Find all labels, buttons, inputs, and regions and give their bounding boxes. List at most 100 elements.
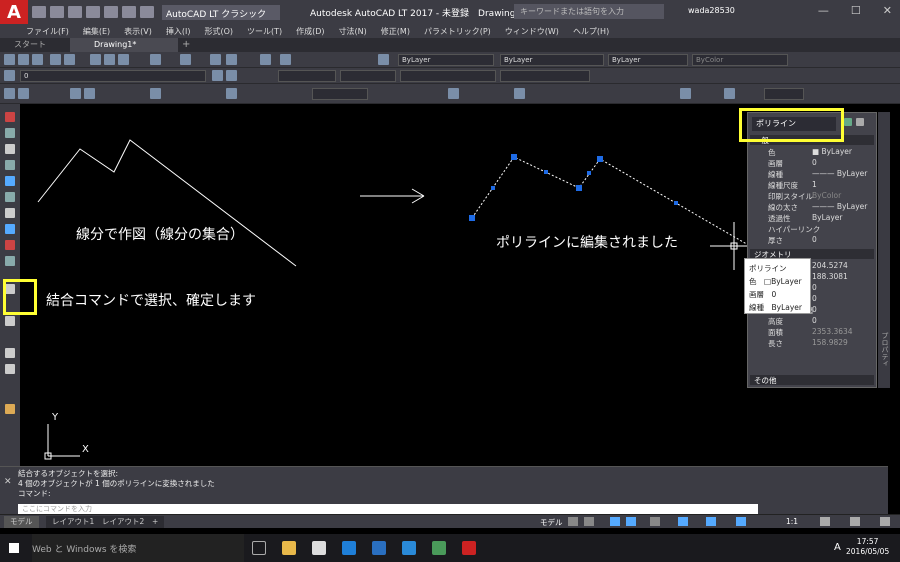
polygon-tool-icon[interactable] [5,160,15,170]
customize-icon[interactable] [880,517,890,526]
tab-start[interactable]: スタート [14,39,46,50]
task-view-icon[interactable] [252,541,266,555]
open-icon[interactable] [18,54,29,65]
polyline-tool-icon[interactable] [5,144,15,154]
menu-help[interactable]: ヘルプ(H) [573,26,609,37]
block-icon[interactable] [226,88,237,99]
table-style-control[interactable] [400,70,496,82]
misc-control[interactable] [764,88,804,100]
multileader-style-control[interactable] [500,70,590,82]
otrack-icon[interactable] [678,517,688,526]
mtext-tool-icon[interactable] [5,348,15,358]
workspace-icon[interactable] [820,517,830,526]
region-tool-icon[interactable] [5,316,15,326]
clean-screen-icon[interactable] [850,517,860,526]
circle-tool-icon[interactable] [5,208,15,218]
help-icon[interactable] [378,54,389,65]
menu-tools[interactable]: ツール(T) [247,26,282,37]
annotation-scale[interactable]: 1:1 [786,517,798,526]
ellipse-tool-icon[interactable] [5,256,15,266]
menu-window[interactable]: ウィンドウ(W) [505,26,559,37]
select-objects-icon[interactable] [856,118,864,126]
menu-dimension[interactable]: 寸法(N) [339,26,367,37]
maximize-button[interactable]: ☐ [851,4,861,17]
tab-drawing1[interactable]: Drawing1* [70,38,178,52]
layer-properties-icon[interactable] [4,70,15,81]
measure-icon[interactable] [680,88,691,99]
ortho-icon[interactable] [610,517,620,526]
layer-control[interactable]: 0 [20,70,206,82]
menu-view[interactable]: 表示(V) [124,26,152,37]
hatch-icon[interactable] [150,88,161,99]
polar-icon[interactable] [626,517,636,526]
spline-tool-icon[interactable] [5,240,15,250]
print-icon[interactable] [104,6,118,18]
saveas-icon[interactable] [86,6,100,18]
isodraft-icon[interactable] [650,517,660,526]
command-input[interactable]: ここにコマンドを入力 [18,504,758,514]
make-current-icon[interactable] [212,70,223,81]
properties-icon[interactable] [260,54,271,65]
model-space-button[interactable]: モデル [540,517,563,528]
section-misc[interactable]: その他 [750,375,874,385]
dim-style-control[interactable] [340,70,396,82]
save-icon[interactable] [32,54,43,65]
edge-icon[interactable] [342,541,356,555]
save-icon[interactable] [68,6,82,18]
arc-tool-icon[interactable] [5,192,15,202]
quickcalc-icon[interactable] [724,88,735,99]
media-icon[interactable] [372,541,386,555]
dimension-control[interactable] [312,88,368,100]
close-button[interactable]: ✕ [883,4,892,17]
line-icon[interactable] [4,88,15,99]
new-tab-button[interactable]: + [182,39,190,50]
revcloud-tool-icon[interactable] [5,224,15,234]
menu-format[interactable]: 形式(O) [204,26,233,37]
file-explorer-icon[interactable] [282,541,296,555]
system-clock[interactable]: 17:57 2016/05/05 [846,537,889,557]
layer-previous-icon[interactable] [226,70,237,81]
workspace-select[interactable]: AutoCAD LT クラシック [162,4,280,20]
xline-tool-icon[interactable] [5,128,15,138]
linetype-control[interactable]: ByLayer [500,54,604,66]
text-style-control[interactable] [278,70,336,82]
dimension-tool-icon[interactable] [5,404,15,414]
taskbar-search[interactable]: Web と Windows を検索 [32,534,244,562]
plot-icon[interactable] [50,54,61,65]
polyline-icon[interactable] [18,88,29,99]
rectangle-tool-icon[interactable] [5,176,15,186]
plotstyle-control[interactable]: ByColor [692,54,788,66]
palette-titlebar[interactable]: プロパティ [878,112,890,388]
zoom-icon[interactable] [226,54,237,65]
pan-icon[interactable] [210,54,221,65]
internet-explorer-icon[interactable] [402,541,416,555]
menu-edit[interactable]: 編集(E) [83,26,110,37]
tab-layout2[interactable]: レイアウト2 [96,516,151,528]
menu-parametric[interactable]: パラメトリック(P) [424,26,491,37]
undo-icon[interactable] [150,54,161,65]
close-command-icon[interactable]: ✕ [4,477,12,487]
lineweight-icon[interactable] [706,517,716,526]
qnew-icon[interactable] [4,54,15,65]
redo-icon[interactable] [180,54,191,65]
store-icon[interactable] [312,541,326,555]
minimize-button[interactable]: — [818,4,829,17]
toggle-pickadd-icon[interactable] [844,118,852,126]
application-menu-button[interactable]: A [0,0,28,24]
line-tool-icon[interactable] [5,112,15,122]
menu-modify[interactable]: 修正(M) [381,26,410,37]
annotation-visibility-icon[interactable] [736,517,746,526]
snap-icon[interactable] [584,517,594,526]
text-tool-icon[interactable] [5,364,15,374]
tab-add-layout[interactable]: + [146,516,165,528]
windows-start-icon[interactable] [9,543,19,553]
user-account[interactable]: wada28530 [688,6,735,15]
tab-model[interactable]: モデル [4,516,39,528]
open-icon[interactable] [50,6,64,18]
tab-layout1[interactable]: レイアウト1 [46,516,101,528]
color-control[interactable]: ByLayer [398,54,494,66]
new-icon[interactable] [32,6,46,18]
menu-draw[interactable]: 作成(D) [296,26,324,37]
autocad-taskbar-icon[interactable] [462,541,476,555]
lineweight-control[interactable]: ByLayer [608,54,688,66]
